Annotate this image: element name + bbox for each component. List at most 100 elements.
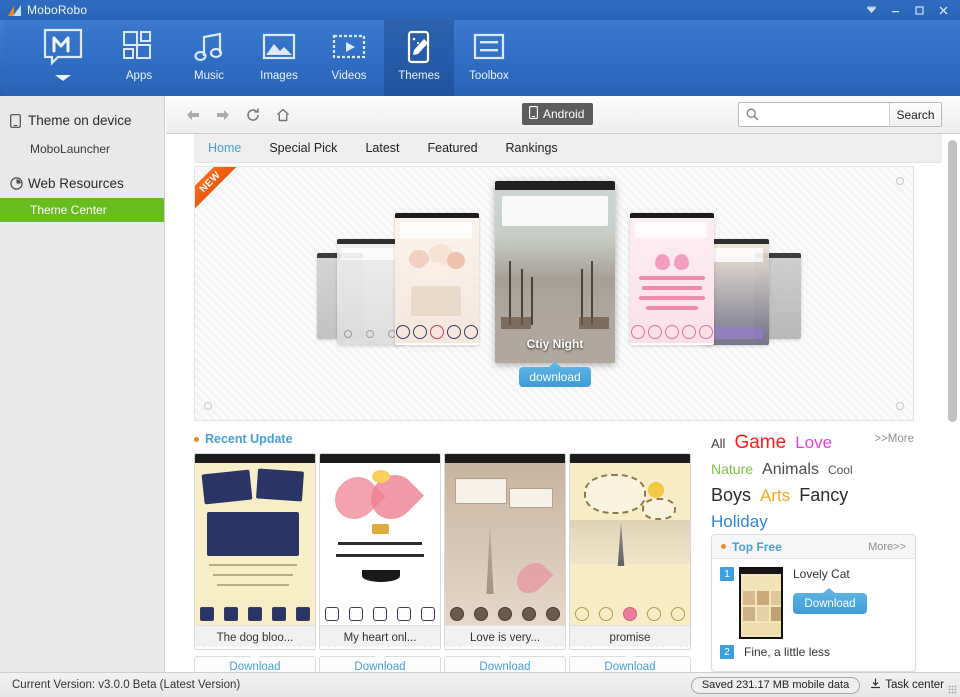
- sidebar-item-mobolauncher[interactable]: MoboLauncher: [0, 135, 164, 163]
- nav-item-images[interactable]: Images: [244, 20, 314, 96]
- themes-brush-icon: [402, 27, 436, 67]
- theme-card-download-button[interactable]: Download: [194, 656, 316, 672]
- sidebar-item-web-resources[interactable]: Web Resources: [0, 169, 164, 198]
- featured-carousel: NEW: [194, 166, 914, 421]
- video-film-icon: [332, 27, 366, 67]
- top-free-more-link[interactable]: More>>: [868, 541, 906, 553]
- tag-love[interactable]: Love: [795, 432, 832, 455]
- recent-update-title: Recent Update: [205, 432, 293, 446]
- moborobo-logo-icon: [8, 5, 21, 16]
- tag-row: All Game Love: [711, 430, 916, 456]
- page-scrollbar[interactable]: [948, 136, 957, 670]
- tag-holiday[interactable]: Holiday: [711, 511, 768, 534]
- theme-card[interactable]: My heart onl... Download: [319, 453, 441, 672]
- carousel-phone-left-1[interactable]: [395, 213, 479, 345]
- chevron-down-icon[interactable]: [54, 73, 72, 85]
- theme-thumbnail[interactable]: [739, 567, 783, 639]
- theme-card[interactable]: Love is very... Download: [444, 453, 566, 672]
- tag-all[interactable]: All: [711, 435, 725, 453]
- theme-card[interactable]: The dog bloo... Download: [194, 453, 316, 672]
- theme-card-download-button[interactable]: Download: [569, 656, 691, 672]
- tab-rankings[interactable]: Rankings: [492, 134, 572, 163]
- bullet-dot-icon: [721, 544, 726, 549]
- category-tag-cloud: All Game Love Nature Animals Cool Boys A…: [711, 430, 916, 537]
- tag-animals[interactable]: Animals: [762, 459, 819, 481]
- theme-card-download-button[interactable]: Download: [444, 656, 566, 672]
- globe-clock-icon: [10, 177, 28, 190]
- task-center-button[interactable]: Task center: [870, 678, 944, 693]
- top-free-header: Top Free More>>: [712, 535, 915, 559]
- tag-cool[interactable]: Cool: [828, 462, 853, 478]
- tag-arts[interactable]: Arts: [760, 485, 790, 508]
- sidebar-label-theme-center: Theme Center: [30, 203, 107, 217]
- top-free-item-name: Lovely Cat: [793, 567, 867, 581]
- theme-card-download-button[interactable]: Download: [319, 656, 441, 672]
- apps-grid-icon: [122, 27, 156, 67]
- tab-special-pick[interactable]: Special Pick: [255, 134, 351, 163]
- nav-item-music[interactable]: Music: [174, 20, 244, 96]
- saved-data-badge[interactable]: Saved 231.17 MB mobile data: [691, 677, 860, 694]
- nav-item-apps[interactable]: Apps: [104, 20, 174, 96]
- tag-game[interactable]: Game: [734, 430, 786, 456]
- minimize-icon[interactable]: [884, 1, 906, 19]
- version-label: Current Version: v3.0.0 Beta (Latest Ver…: [12, 679, 240, 691]
- nav-item-themes[interactable]: Themes: [384, 20, 454, 96]
- maximize-icon[interactable]: [908, 1, 930, 19]
- tab-home[interactable]: Home: [194, 134, 255, 163]
- tag-row: Holiday: [711, 511, 916, 534]
- top-free-download-button[interactable]: Download: [793, 593, 867, 614]
- device-icon: [10, 114, 28, 128]
- nav-item-moborobo-home[interactable]: [22, 20, 104, 96]
- top-free-item-name: Fine, a little less: [744, 645, 830, 659]
- arrow-left-icon[interactable]: [178, 100, 208, 130]
- carousel-phone-featured[interactable]: Ctiy Night: [495, 181, 615, 363]
- arrow-right-icon[interactable]: [208, 100, 238, 130]
- nav-item-toolbox[interactable]: Toolbox: [454, 20, 524, 96]
- theme-card[interactable]: promise Download: [569, 453, 691, 672]
- top-free-item-info: Lovely Cat Download: [793, 567, 867, 639]
- title-bar: MoboRobo: [0, 0, 960, 20]
- carousel-phone-right-1[interactable]: [630, 213, 714, 345]
- top-free-item[interactable]: 2 Fine, a little less: [712, 639, 915, 659]
- sidebar-item-theme-on-device[interactable]: Theme on device: [0, 106, 164, 135]
- carousel-phones: Ctiy Night: [195, 167, 914, 421]
- nav-label-apps: Apps: [126, 70, 152, 82]
- featured-theme-title: Ctiy Night: [495, 337, 615, 351]
- dropdown-icon[interactable]: [860, 1, 882, 19]
- sidebar-item-theme-center[interactable]: Theme Center: [0, 198, 164, 222]
- carousel-phone-left-2[interactable]: [337, 239, 403, 345]
- status-bar: Current Version: v3.0.0 Beta (Latest Ver…: [0, 672, 960, 697]
- rank-badge: 2: [720, 645, 734, 659]
- content-tabs: Home Special Pick Latest Featured Rankin…: [194, 134, 942, 163]
- tag-boys[interactable]: Boys: [711, 483, 751, 507]
- search-icon: [746, 108, 759, 126]
- tag-nature[interactable]: Nature: [711, 460, 753, 479]
- rank-badge: 1: [720, 567, 734, 581]
- search-box: Search: [738, 102, 942, 127]
- refresh-icon[interactable]: [238, 100, 268, 130]
- main-navigation-ribbon: Apps Music: [0, 20, 960, 96]
- toolbox-list-icon: [472, 27, 506, 67]
- top-free-panel: Top Free More>> 1 Lovely Cat: [711, 534, 916, 672]
- page-scrollbar-thumb[interactable]: [948, 140, 957, 422]
- carousel-download-button[interactable]: download: [519, 367, 591, 387]
- phone-icon: [529, 106, 538, 122]
- close-icon[interactable]: [932, 1, 954, 19]
- tag-fancy[interactable]: Fancy: [799, 483, 848, 507]
- device-label: Android: [543, 107, 584, 121]
- search-button[interactable]: Search: [889, 103, 941, 126]
- nav-label-music: Music: [194, 70, 224, 82]
- tab-latest[interactable]: Latest: [351, 134, 413, 163]
- sidebar-label-theme-on-device: Theme on device: [28, 113, 132, 128]
- search-input[interactable]: [739, 103, 889, 126]
- weather-widget: [502, 196, 608, 226]
- tab-featured[interactable]: Featured: [414, 134, 492, 163]
- resize-grip[interactable]: [948, 685, 957, 694]
- top-free-item[interactable]: 1 Lovely Cat Download: [712, 559, 915, 639]
- content-page: Home Special Pick Latest Featured Rankin…: [166, 134, 960, 672]
- nav-label-themes: Themes: [398, 70, 440, 82]
- tag-row: Boys Arts Fancy: [711, 483, 916, 508]
- device-selector-button[interactable]: Android: [522, 103, 593, 125]
- nav-item-videos[interactable]: Videos: [314, 20, 384, 96]
- home-icon[interactable]: [268, 100, 298, 130]
